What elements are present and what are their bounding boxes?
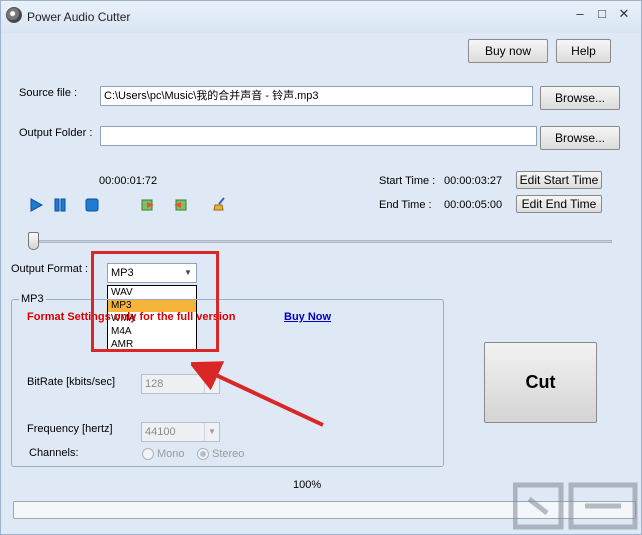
end-time-label: End Time : xyxy=(379,199,432,211)
edit-end-time-button[interactable]: Edit End Time xyxy=(516,195,602,213)
buy-now-link[interactable]: Buy Now xyxy=(284,311,331,323)
maximize-button[interactable]: □ xyxy=(593,7,611,23)
help-button[interactable]: Help xyxy=(556,39,611,63)
clean-icon[interactable] xyxy=(213,197,227,211)
bitrate-label: BitRate [kbits/sec] xyxy=(27,376,116,388)
edit-start-time-button[interactable]: Edit Start Time xyxy=(516,171,602,189)
channels-label: Channels: xyxy=(29,447,79,459)
pause-icon[interactable] xyxy=(53,198,67,212)
start-time-value: 00:00:03:27 xyxy=(444,175,503,187)
end-time-value: 00:00:05:00 xyxy=(444,199,503,211)
current-time-display: 00:00:01:72 xyxy=(99,175,158,187)
progress-text: 100% xyxy=(293,479,322,491)
bitrate-value: 128 xyxy=(145,378,164,390)
output-format-label: Output Format : xyxy=(11,263,89,275)
format-settings-title: MP3 xyxy=(19,293,46,305)
frequency-label: Frequency [hertz] xyxy=(27,423,113,435)
stop-icon[interactable] xyxy=(85,198,99,212)
set-end-icon[interactable] xyxy=(173,198,187,212)
app-window: Power Audio Cutter – □ ✕ Buy now Help So… xyxy=(0,0,642,535)
buy-now-button[interactable]: Buy now xyxy=(468,39,548,63)
source-file-label: Source file : xyxy=(19,87,78,99)
minimize-button[interactable]: – xyxy=(571,7,589,23)
annotation-arrow-icon xyxy=(191,361,324,427)
stereo-label: Stereo xyxy=(212,448,245,460)
close-button[interactable]: ✕ xyxy=(615,7,633,23)
cut-button[interactable]: Cut xyxy=(484,342,597,423)
source-file-field[interactable]: C:\Users\pc\Music\我的合并声音 - 铃声.mp3 xyxy=(100,86,533,106)
output-browse-button[interactable]: Browse... xyxy=(540,126,620,150)
start-time-label: Start Time : xyxy=(379,175,436,187)
title-bar[interactable]: Power Audio Cutter – □ ✕ xyxy=(1,1,641,33)
output-folder-field[interactable] xyxy=(100,126,537,146)
set-start-icon[interactable] xyxy=(141,198,155,212)
mono-label: Mono xyxy=(157,448,185,460)
app-icon xyxy=(6,7,22,23)
stereo-radio xyxy=(197,448,209,460)
watermark-logo xyxy=(513,482,638,530)
source-browse-button[interactable]: Browse... xyxy=(540,86,620,110)
output-folder-label: Output Folder : xyxy=(19,127,93,139)
position-slider-thumb[interactable] xyxy=(28,232,39,250)
frequency-value: 44100 xyxy=(145,426,176,438)
window-title: Power Audio Cutter xyxy=(27,10,131,24)
highlight-box xyxy=(91,251,219,352)
play-icon[interactable] xyxy=(29,198,43,212)
mono-radio xyxy=(142,448,154,460)
position-slider-track[interactable] xyxy=(31,240,612,243)
